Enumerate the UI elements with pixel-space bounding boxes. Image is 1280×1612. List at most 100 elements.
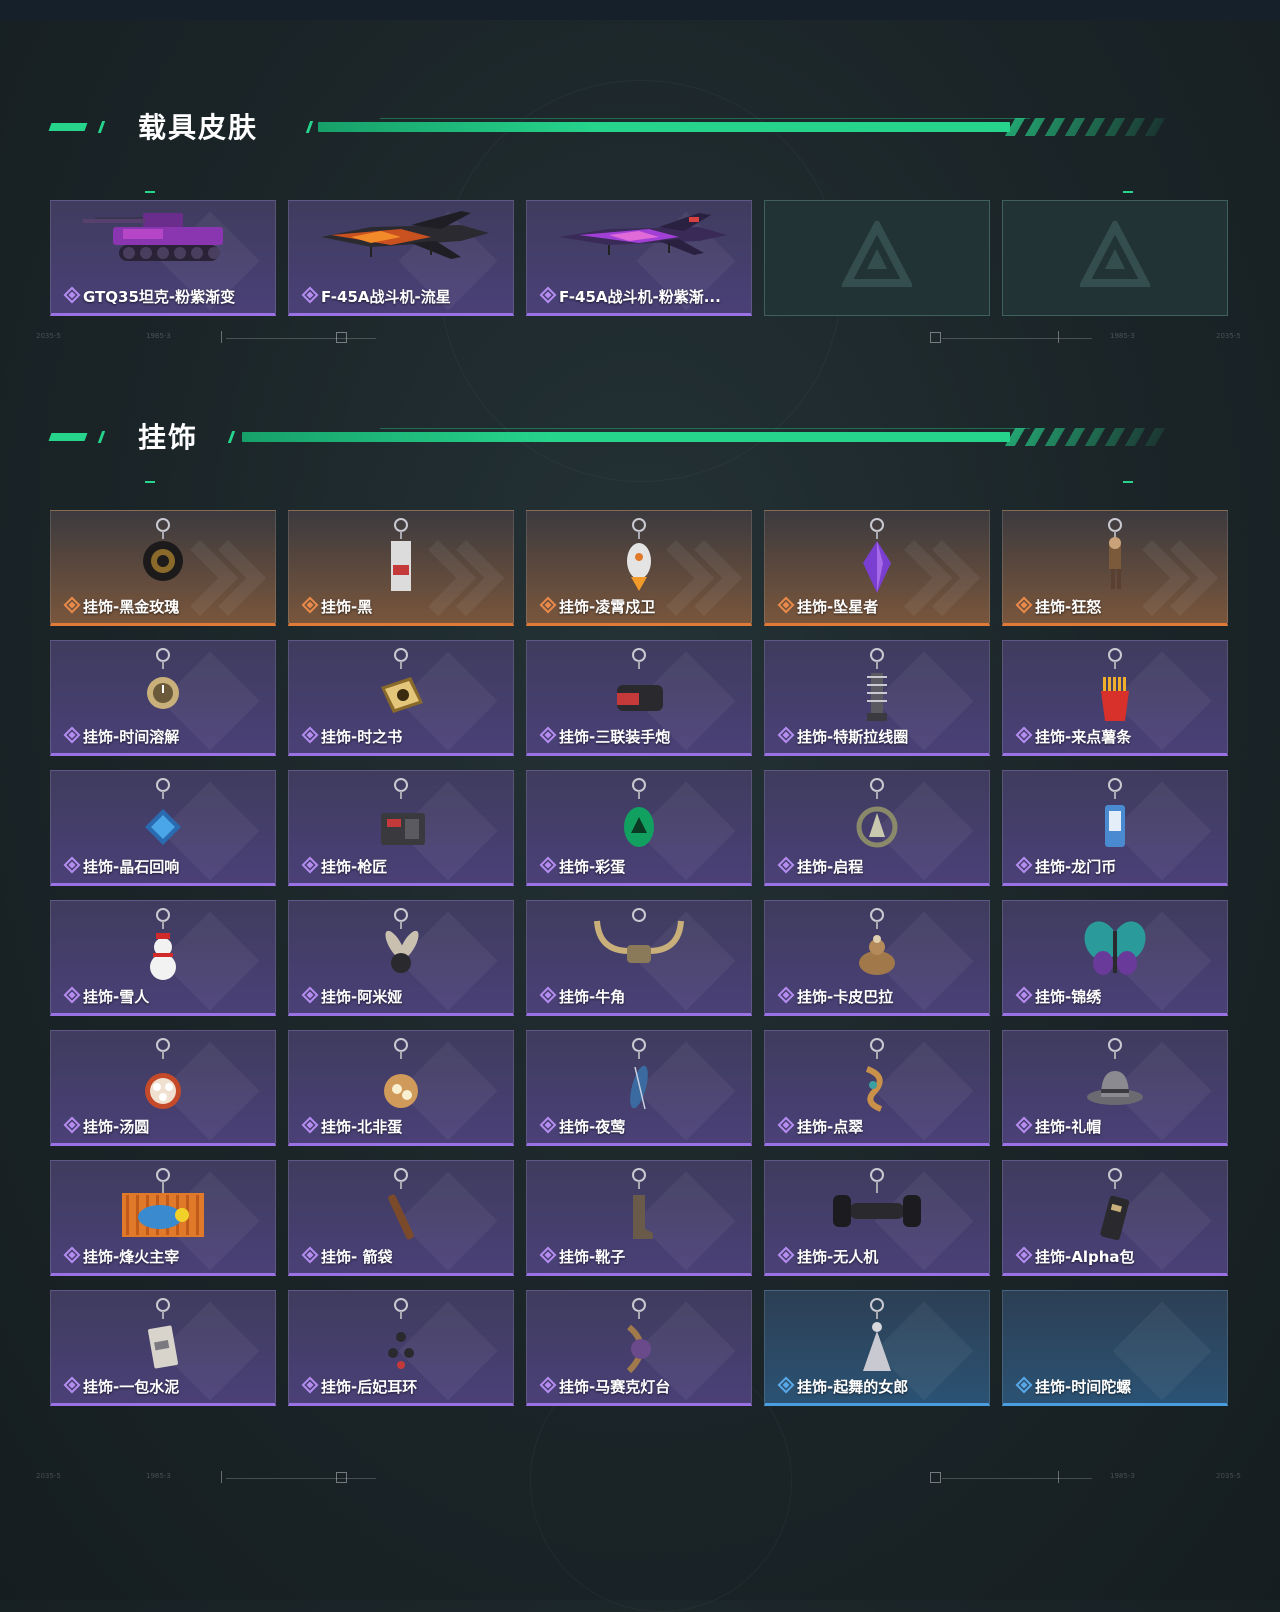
item-card[interactable]: 挂饰-夜莺 (526, 1030, 752, 1146)
item-card[interactable]: 挂饰-时间陀螺 (1002, 1290, 1228, 1406)
boot-charm-icon (599, 1167, 679, 1251)
item-name: 挂饰-礼帽 (1035, 1118, 1102, 1136)
rarity-diamond-icon (63, 1116, 81, 1134)
item-name: 挂饰-点翠 (797, 1118, 864, 1136)
rarity-diamond-icon (1015, 986, 1033, 1004)
item-card[interactable]: 挂饰-狂怒 (1002, 510, 1228, 626)
item-card[interactable]: 挂饰-起舞的女郎 (764, 1290, 990, 1406)
gem-charm-icon (123, 777, 203, 861)
empty-slot-card[interactable] (764, 200, 990, 316)
header-accent (48, 433, 88, 441)
item-name: 挂饰-黑 (321, 598, 373, 616)
logo-icon (840, 217, 914, 295)
item-card[interactable]: 挂饰-黑 (288, 510, 514, 626)
item-name: 挂饰-Alpha包 (1035, 1248, 1135, 1266)
item-card[interactable]: 挂饰-点翠 (764, 1030, 990, 1146)
decorative-ruler: 2035-5 1985-3 1985-3 2035-5 (36, 328, 1246, 348)
item-card[interactable]: 挂饰-来点薯条 (1002, 640, 1228, 756)
rarity-diamond-icon (539, 856, 557, 874)
item-card[interactable]: F-45A战斗机-流星 (288, 200, 514, 316)
item-name: 挂饰-特斯拉线圈 (797, 728, 909, 746)
item-card[interactable]: 挂饰-烽火主宰 (50, 1160, 276, 1276)
rarity-diamond-icon (63, 1376, 81, 1394)
snowman-charm-icon (123, 907, 203, 991)
corner-marker (1123, 191, 1133, 193)
cement-charm-icon (123, 1297, 203, 1381)
item-card[interactable]: GTQ35坦克-粉紫渐变 (50, 200, 276, 316)
item-card[interactable]: 挂饰-Alpha包 (1002, 1160, 1228, 1276)
ornament-charm-icon (837, 1037, 917, 1121)
item-card[interactable]: 挂饰-龙门币 (1002, 770, 1228, 886)
item-name: 挂饰-时间陀螺 (1035, 1378, 1132, 1396)
item-name: 挂饰-后妃耳环 (321, 1378, 418, 1396)
item-name: 挂饰-时间溶解 (83, 728, 180, 746)
rarity-diamond-icon (1015, 1246, 1033, 1264)
empty-slot-card[interactable] (1002, 200, 1228, 316)
rarity-diamond-icon (777, 856, 795, 874)
header-line (380, 118, 1030, 119)
item-name: 挂饰-时之书 (321, 728, 403, 746)
item-name: 挂饰-凌霄戍卫 (559, 598, 656, 616)
rocket-charm-icon (599, 517, 679, 601)
rarity-diamond-icon (539, 1376, 557, 1394)
section-title: 载具皮肤 (138, 111, 259, 144)
header-accent (97, 431, 106, 443)
rarity-diamond-icon (1015, 856, 1033, 874)
item-name: F-45A战斗机-粉紫渐... (559, 288, 721, 306)
item-card[interactable]: 挂饰-黑金玫瑰 (50, 510, 276, 626)
item-card[interactable]: F-45A战斗机-粉紫渐... (526, 200, 752, 316)
rarity-diamond-icon (63, 1246, 81, 1264)
item-name: 挂饰-无人机 (797, 1248, 879, 1266)
item-card[interactable]: 挂饰- 箭袋 (288, 1160, 514, 1276)
item-card[interactable]: 挂饰-时之书 (288, 640, 514, 756)
item-card[interactable]: 挂饰-凌霄戍卫 (526, 510, 752, 626)
item-card[interactable]: 挂饰-靴子 (526, 1160, 752, 1276)
item-name: 挂饰-三联装手炮 (559, 728, 671, 746)
item-card[interactable]: 挂饰-牛角 (526, 900, 752, 1016)
rarity-diamond-icon (777, 726, 795, 744)
item-card[interactable]: 挂饰-卡皮巴拉 (764, 900, 990, 1016)
item-card[interactable]: 挂饰-坠星者 (764, 510, 990, 626)
item-card[interactable]: 挂饰-汤圆 (50, 1030, 276, 1146)
item-card[interactable]: 挂饰-彩蛋 (526, 770, 752, 886)
item-name: 挂饰-晶石回响 (83, 858, 180, 876)
header-accent (305, 121, 314, 133)
corner-marker (1123, 481, 1133, 483)
header-accent (48, 123, 88, 131)
item-name: 挂饰-北非蛋 (321, 1118, 403, 1136)
pan-charm-icon (361, 1037, 441, 1121)
item-card[interactable]: 挂饰-阿米娅 (288, 900, 514, 1016)
rarity-diamond-icon (777, 1376, 795, 1394)
butterfly-charm-icon (1075, 907, 1155, 991)
item-card[interactable]: 挂饰-北非蛋 (288, 1030, 514, 1146)
coil-charm-icon (837, 647, 917, 731)
rarity-diamond-icon (777, 1116, 795, 1134)
drone-charm-icon (827, 1167, 927, 1241)
item-name: 挂饰-牛角 (559, 988, 626, 1006)
crystal-charm-icon (837, 517, 917, 601)
item-card[interactable]: 挂饰-无人机 (764, 1160, 990, 1276)
dumpling-charm-icon (123, 1037, 203, 1121)
header-line (380, 428, 1030, 429)
feather-charm-icon (599, 1037, 679, 1121)
item-card[interactable]: 挂饰-枪匠 (288, 770, 514, 886)
item-card[interactable]: 挂饰-特斯拉线圈 (764, 640, 990, 756)
vehicle-section-header: 载具皮肤 (48, 108, 1200, 148)
toolbox-charm-icon (361, 777, 441, 861)
item-card[interactable]: 挂饰-锦绣 (1002, 900, 1228, 1016)
item-card[interactable]: 挂饰-雪人 (50, 900, 276, 1016)
item-card[interactable]: 挂饰-启程 (764, 770, 990, 886)
item-card[interactable]: 挂饰-后妃耳环 (288, 1290, 514, 1406)
container-charm-icon (118, 1167, 208, 1251)
item-name: 挂饰- 箭袋 (321, 1248, 393, 1266)
item-card[interactable]: 挂饰-晶石回响 (50, 770, 276, 886)
item-card[interactable]: 挂饰-三联装手炮 (526, 640, 752, 756)
item-card[interactable]: 挂饰-礼帽 (1002, 1030, 1228, 1146)
rarity-diamond-icon (301, 1376, 319, 1394)
rarity-diamond-icon (301, 596, 319, 614)
header-checker (1004, 118, 1176, 136)
item-card[interactable]: 挂饰-时间溶解 (50, 640, 276, 756)
item-card[interactable]: 挂饰-一包水泥 (50, 1290, 276, 1406)
earring-charm-icon (361, 1297, 441, 1381)
item-card[interactable]: 挂饰-马赛克灯台 (526, 1290, 752, 1406)
